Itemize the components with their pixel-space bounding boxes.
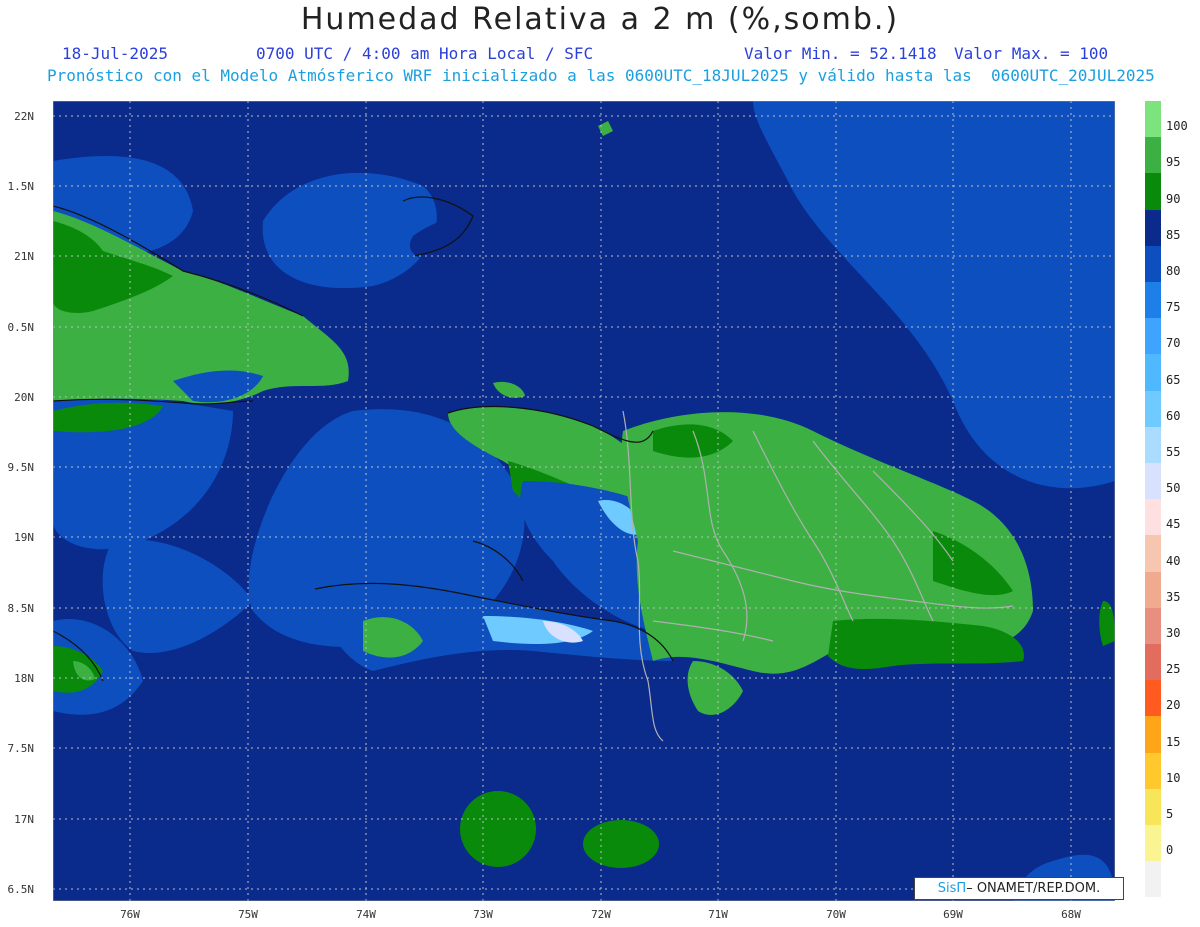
legend-swatch [1145, 788, 1161, 825]
legend-label: 55 [1166, 445, 1181, 459]
legend-label: 15 [1166, 734, 1181, 749]
legend-swatch [1145, 426, 1161, 463]
legend-swatch [1145, 607, 1161, 644]
legend-label: 25 [1166, 662, 1181, 677]
legend-label: 0 [1166, 843, 1174, 858]
lat-label-20-5n: 0.5N [7, 321, 35, 334]
lat-label-20n: 20N [14, 391, 34, 404]
legend-swatch [1145, 752, 1161, 789]
legend-swatch [1145, 680, 1161, 717]
legend-label: 30 [1166, 626, 1181, 640]
legend-label: 60 [1166, 408, 1181, 423]
legend-swatch [1145, 137, 1161, 174]
legend-label: 35 [1166, 589, 1181, 604]
lon-label-74w: 74W [356, 908, 376, 921]
legend-swatch [1145, 245, 1161, 282]
legend-swatch [1145, 318, 1161, 355]
lat-label-19n: 19N [14, 531, 34, 544]
legend-label: 100 [1166, 119, 1188, 134]
lat-label-18-5n: 8.5N [7, 602, 35, 615]
lon-label-73w: 73W [473, 908, 493, 921]
legend-label: 40 [1166, 553, 1181, 568]
legend-swatch [1145, 499, 1161, 536]
legend-label: 75 [1166, 300, 1181, 315]
lat-label-19-5n: 9.5N [7, 461, 35, 474]
legend-swatch [1145, 173, 1161, 210]
model-subtitle: Pronóstico con el Modelo Atmósferico WRF… [47, 66, 1155, 85]
lat-label-21-5n: 1.5N [7, 180, 35, 193]
map-title: Humedad Relativa a 2 m (%,somb.) [300, 2, 900, 37]
legend-label: 85 [1166, 227, 1181, 242]
lon-label-76w: 76W [120, 908, 140, 921]
credit-brand: SisΠ [937, 881, 967, 896]
legend-swatch [1145, 209, 1161, 246]
legend-label: 5 [1166, 807, 1174, 821]
legend-label: 90 [1166, 191, 1181, 206]
legend-label: 65 [1166, 372, 1181, 387]
legend-swatch [1145, 354, 1161, 391]
legend-swatch [1145, 390, 1161, 427]
legend-label: 45 [1166, 517, 1181, 532]
legend-swatch [1145, 101, 1161, 138]
legend-swatch [1145, 535, 1161, 572]
forecast-time: 0700 UTC / 4:00 am Hora Local / SFC [256, 44, 594, 63]
legend-label: 70 [1166, 336, 1181, 351]
lon-label-69w: 69W [943, 908, 963, 921]
legend-swatch [1145, 463, 1161, 500]
legend-label: 50 [1166, 481, 1181, 496]
forecast-date: 18-Jul-2025 [62, 44, 168, 63]
lon-label-68w: 68W [1061, 908, 1081, 921]
lat-label-21n: 21N [14, 250, 34, 263]
legend-swatch [1145, 825, 1161, 862]
legend-label: 10 [1166, 770, 1181, 785]
lat-label-16-5n: 6.5N [7, 883, 35, 896]
legend-swatch [1145, 716, 1161, 753]
legend-swatch [1145, 282, 1161, 319]
lat-label-17n: 17N [14, 813, 34, 826]
legend-swatch [1145, 861, 1161, 898]
legend-label: 80 [1166, 264, 1181, 278]
min-value: Valor Min. = 52.1418 [744, 44, 937, 63]
max-value: Valor Max. = 100 [954, 44, 1109, 63]
lat-label-18n: 18N [14, 672, 34, 685]
credit-box: SisΠ – ONAMET/REP.DOM. [914, 877, 1124, 900]
lat-label-17-5n: 7.5N [7, 742, 35, 755]
lon-label-70w: 70W [826, 908, 846, 921]
lon-label-75w: 75W [238, 908, 258, 921]
legend-label: 95 [1166, 155, 1181, 170]
legend-label: 20 [1166, 698, 1181, 713]
lon-label-72w: 72W [591, 908, 611, 921]
lon-label-71w: 71W [708, 908, 728, 921]
legend-swatch [1145, 571, 1161, 608]
credit-text: – ONAMET/REP.DOM. [966, 881, 1101, 896]
humidity-map [53, 101, 1115, 901]
lat-label-22n: 22N [14, 110, 34, 123]
legend-swatch [1145, 644, 1161, 681]
